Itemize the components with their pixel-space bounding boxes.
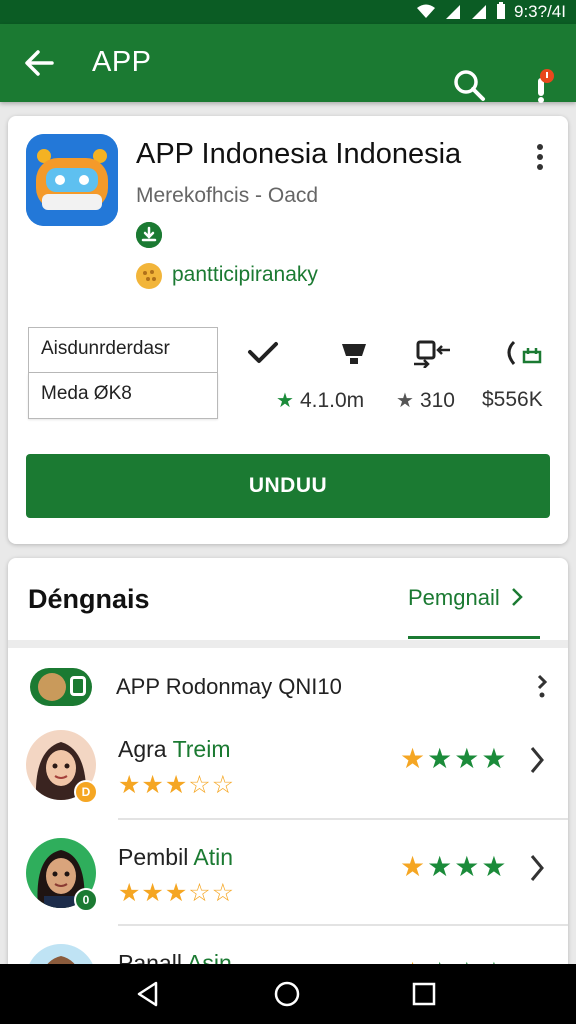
star-icon: ★★★ (427, 851, 509, 882)
review-rating-stars: ★★★☆☆ (118, 879, 236, 907)
reviewer-name: Agra Treim (118, 736, 230, 763)
stat-reviews-value: 310 (419, 388, 455, 412)
chevron-right-icon (511, 588, 523, 606)
section-title: Déngnais (28, 584, 150, 614)
signal-icon (444, 3, 462, 22)
reviewer-last-name: Treim (166, 736, 231, 762)
back-triangle-icon[interactable] (134, 980, 162, 1008)
chevron-right-icon[interactable] (528, 744, 546, 776)
home-circle-icon[interactable] (273, 980, 301, 1008)
star-icon: ★ (276, 390, 294, 412)
recents-square-icon[interactable] (410, 980, 438, 1008)
see-all-label: Pemgnail (408, 585, 500, 610)
status-bar: 9:3?/4I (0, 0, 576, 24)
stat-rating: ★ 4.1.0m (276, 388, 364, 413)
avatar-badge: D (74, 780, 98, 804)
system-nav-bar (0, 964, 576, 1024)
reviews-section: Déngnais Pemgnail APP Rodonmay QNI10 D A… (8, 558, 568, 978)
notification-icon[interactable] (528, 68, 558, 104)
stat-downloads: $556K (482, 388, 543, 412)
overall-rating-stars: ★★★★ (400, 742, 508, 775)
reviewer-name: Pembil Atin (118, 844, 233, 871)
app-name: APP Indonesia Indonesia (136, 138, 462, 170)
review-rating-stars: ★★★☆☆ (118, 771, 236, 799)
promo-text: pantticipiranaky (172, 263, 318, 286)
coin-icon (136, 263, 162, 289)
page-title: APP (92, 46, 152, 78)
stat-reviews: ★ 310 (396, 388, 455, 413)
tray-icon[interactable] (338, 338, 372, 368)
stat-rating-value: 4.1.0m (299, 388, 365, 412)
divider (8, 640, 568, 648)
developer-name[interactable]: Merekofhcis - Oacd (136, 184, 318, 208)
reviewer-first-name: Agra (118, 736, 167, 762)
checkmark-icon[interactable] (246, 338, 280, 368)
info-field-primary[interactable]: Aisdunrderdasr (28, 327, 218, 373)
info-fields: Aisdunrderdasr Meda ØK8 (28, 327, 218, 419)
wifi-icon (416, 3, 436, 22)
share-link-icon[interactable] (502, 338, 542, 368)
signal-icon (470, 3, 488, 22)
app-bar: APP (0, 24, 576, 104)
app-chip (30, 668, 92, 706)
avatar-badge: 0 (74, 888, 98, 912)
featured-row[interactable]: APP Rodonmay QNI10 (28, 664, 548, 710)
divider (118, 818, 568, 820)
review-item[interactable]: 0 Pembil Atin ★★★☆☆ ★★★★ (8, 830, 568, 936)
more-options-icon[interactable] (534, 672, 550, 700)
battery-icon (496, 1, 506, 23)
download-badge-icon (136, 222, 162, 248)
install-button[interactable]: UNDUU (26, 454, 550, 518)
info-field-secondary[interactable]: Meda ØK8 (28, 373, 218, 419)
status-time: 9:3?/4I (514, 2, 566, 21)
reviewer-first-name: Pembil (118, 844, 189, 870)
avatar (38, 673, 66, 701)
reviewer-last-name: Atin (188, 844, 234, 870)
chevron-right-icon[interactable] (528, 852, 546, 884)
device-transfer-icon[interactable] (412, 338, 450, 369)
overall-rating-stars: ★★★★ (400, 850, 508, 883)
back-arrow-icon[interactable] (22, 46, 56, 80)
star-icon: ★ (396, 390, 414, 412)
review-item[interactable]: D Agra Treim ★★★☆☆ ★★★★ (8, 722, 568, 828)
star-icon: ★★★ (427, 743, 509, 774)
app-logo (26, 134, 118, 226)
search-icon[interactable] (452, 68, 488, 104)
star-icon: ★ (400, 743, 428, 774)
download-icon (70, 676, 86, 696)
divider (118, 924, 568, 926)
tab-indicator (408, 636, 540, 639)
featured-row-label: APP Rodonmay QNI10 (116, 674, 342, 699)
stat-downloads-value: $556K (482, 388, 543, 411)
app-detail-card: APP Indonesia Indonesia Merekofhcis - Oa… (8, 116, 568, 544)
see-all-link[interactable]: Pemgnail (408, 585, 524, 611)
more-options-icon[interactable] (532, 142, 548, 172)
star-icon: ★ (400, 851, 428, 882)
